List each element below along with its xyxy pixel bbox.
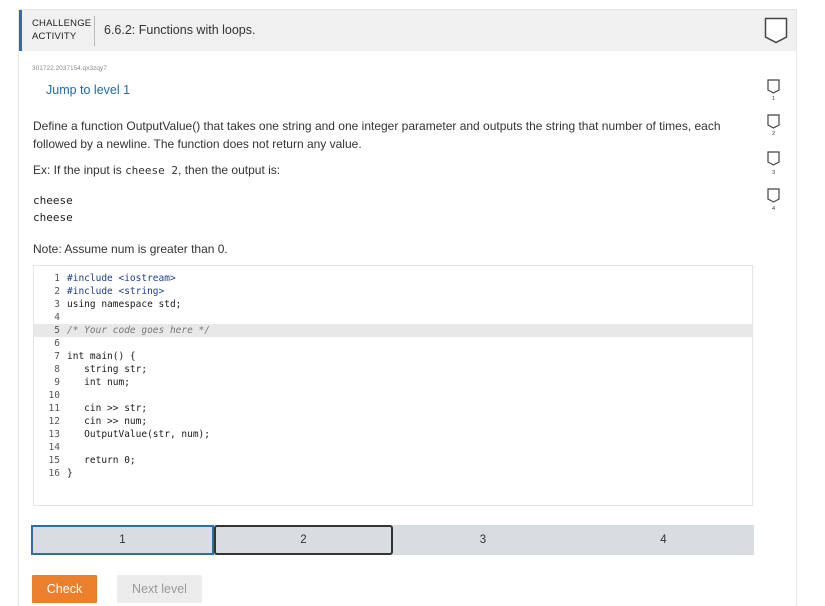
code-line: 6 — [54, 338, 60, 349]
output-line: cheese — [33, 211, 73, 224]
level-selector: 1 2 3 4 — [31, 525, 754, 555]
level-badge-icon — [767, 151, 780, 166]
note-text: Note: Assume num is greater than 0. — [33, 242, 228, 256]
level-badge-icon — [767, 79, 780, 94]
header-divider — [94, 16, 95, 46]
next-level-button[interactable]: Next level — [117, 575, 202, 603]
jump-to-level-link[interactable]: Jump to level 1 — [46, 83, 130, 97]
completion-badge-icon — [764, 17, 788, 44]
output-line: cheese — [33, 194, 73, 207]
code-line: 4 — [54, 312, 60, 323]
code-line: 11 cin >> str; — [48, 403, 148, 414]
code-line: 9 int num; — [54, 377, 130, 388]
code-line: 2 #include <string> — [54, 286, 165, 297]
example-prefix: Ex: If the input is — [33, 163, 122, 177]
code-line: 12 cin >> num; — [48, 416, 148, 427]
example-suffix: , then the output is: — [178, 163, 281, 177]
challenge-activity-label: CHALLENGE ACTIVITY — [32, 17, 91, 43]
badge-number: 3 — [771, 170, 776, 176]
badge-number: 2 — [771, 131, 776, 137]
check-button[interactable]: Check — [32, 575, 97, 603]
label-line-2: ACTIVITY — [32, 31, 77, 42]
code-line: 13 OutputValue(str, num); — [48, 429, 210, 440]
code-line: 15 return 0; — [48, 455, 136, 466]
activity-id: 301722.2037154.qx3zqy7 — [32, 65, 107, 72]
label-line-1: CHALLENGE — [32, 18, 92, 29]
code-line: 7 int main() { — [54, 351, 136, 362]
code-line: 16} — [48, 468, 73, 479]
badge-number: 1 — [771, 96, 776, 102]
code-line: 8 string str; — [54, 364, 148, 375]
level-4-button[interactable]: 4 — [573, 525, 754, 555]
example-text: Ex: If the input is cheese 2, then the o… — [33, 163, 280, 177]
code-line-active: 5/* Your code goes here */ — [34, 324, 752, 337]
code-line: 14 — [48, 442, 60, 453]
code-editor[interactable]: 1 #include <iostream> 2 #include <string> … — [34, 266, 752, 505]
code-line: 10 — [48, 390, 60, 401]
activity-title: 6.6.2: Functions with loops. — [104, 23, 256, 37]
level-2-button[interactable]: 2 — [214, 525, 393, 555]
header-accent-bar — [19, 10, 22, 51]
level-1-button[interactable]: 1 — [31, 525, 214, 555]
level-badge-icon — [767, 114, 780, 129]
badge-number: 4 — [771, 206, 776, 212]
code-line: 3 using namespace std; — [54, 299, 182, 310]
problem-description: Define a function OutputValue() that tak… — [33, 119, 721, 151]
example-input-code: cheese 2 — [125, 164, 179, 177]
level-badge-icon — [767, 188, 780, 203]
code-line: 1 #include <iostream> — [54, 273, 176, 284]
level-3-button[interactable]: 3 — [393, 525, 573, 555]
